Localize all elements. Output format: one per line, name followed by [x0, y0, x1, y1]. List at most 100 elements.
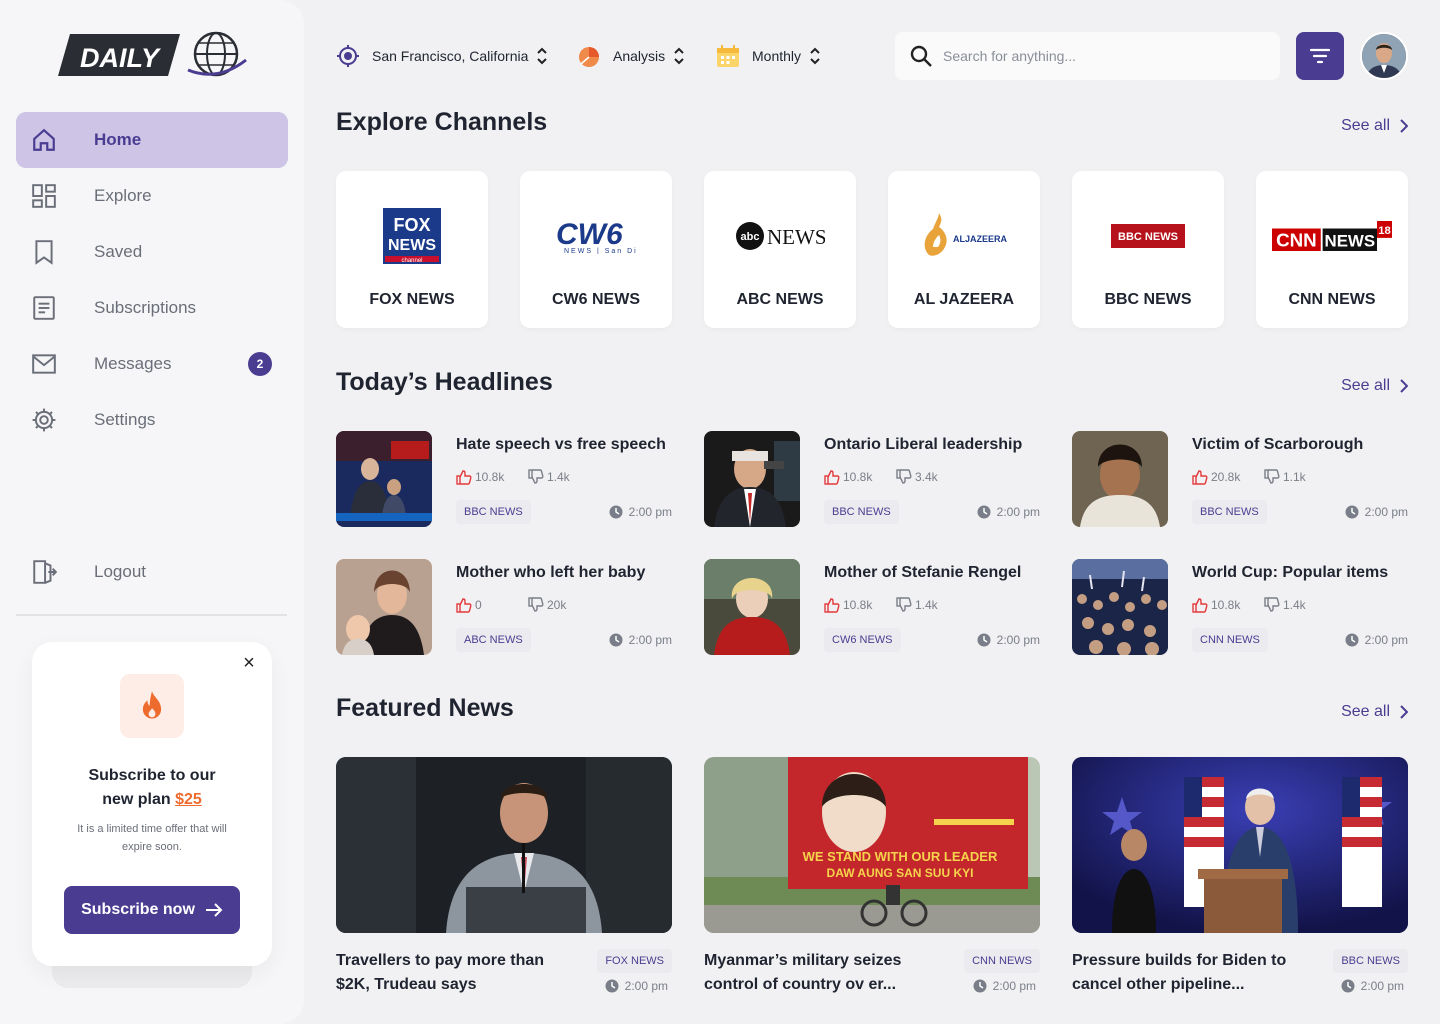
dislike-count[interactable]: 1.4k [1264, 597, 1336, 613]
dislike-count[interactable]: 1.4k [528, 469, 600, 485]
thumbs-up-icon [824, 598, 840, 613]
sidebar-item-messages[interactable]: Messages 2 [16, 336, 288, 392]
thumbs-down-icon [528, 597, 544, 612]
like-count[interactable]: 10.8k [824, 469, 896, 485]
thumbs-down-icon [896, 469, 912, 484]
reaction-stats: 0 20k [456, 597, 600, 613]
sidebar-item-label: Saved [94, 242, 143, 261]
channel-name: AL JAZEERA [913, 291, 1015, 308]
source-tag[interactable]: BBC NEWS [1192, 500, 1267, 524]
publish-time: 2:00 pm [609, 505, 672, 519]
chevron-updown-icon [536, 47, 548, 65]
close-icon[interactable]: × [240, 653, 258, 673]
headline-card[interactable]: World Cup: Popular items 10.8k 1.4k CNN NEW… [1072, 559, 1408, 655]
clock-icon [609, 633, 623, 647]
featured-see-all-link[interactable]: See all [1341, 703, 1408, 721]
source-tag[interactable]: BBC NEWS [456, 500, 531, 524]
sidebar-item-settings[interactable]: Settings [16, 392, 288, 448]
user-avatar[interactable] [1360, 32, 1408, 80]
like-count[interactable]: 10.8k [824, 597, 896, 613]
channel-card-fox[interactable]: FOX NEWS channel FOX NEWS [336, 171, 488, 328]
channel-card-aljazeera[interactable]: ALJAZEERA AL JAZEERA [888, 171, 1040, 328]
sidebar-item-subscriptions[interactable]: Subscriptions [16, 280, 288, 336]
svg-text:NEWS | San Diego: NEWS | San Diego [564, 248, 636, 254]
filter-button[interactable] [1296, 32, 1344, 80]
featured-title: Myanmar’s military seizes control of cou… [704, 952, 902, 993]
like-count[interactable]: 0 [456, 597, 528, 613]
headline-card[interactable]: Victim of Scarborough 20.8k 1.1k BBC NEWS 2:… [1072, 431, 1408, 527]
reaction-stats: 10.8k 3.4k [824, 469, 968, 485]
headline-thumbnail [704, 559, 800, 655]
thumbs-down-icon [1264, 597, 1280, 612]
featured-image-biden-podium [1072, 757, 1408, 933]
channel-name: ABC NEWS [736, 291, 824, 308]
channels-see-all-link[interactable]: See all [1341, 117, 1408, 135]
sidebar-item-saved[interactable]: Saved [16, 224, 288, 280]
source-tag[interactable]: BBC NEWS [1333, 949, 1408, 973]
channel-card-abc[interactable]: abc NEWS ABC NEWS [704, 171, 856, 328]
daily-logo[interactable]: DAILY [58, 30, 250, 82]
explore-channels-title: Explore Channels [336, 108, 548, 136]
source-tag[interactable]: CNN NEWS [964, 949, 1040, 973]
dislike-count[interactable]: 3.4k [896, 469, 968, 485]
headline-card[interactable]: Mother who left her baby 0 20k ABC NEWS 2:00… [336, 559, 672, 655]
dislike-count[interactable]: 20k [528, 597, 600, 613]
home-icon [30, 126, 58, 154]
search-input[interactable] [943, 48, 1263, 64]
headline-card[interactable]: Hate speech vs free speech 10.8k 1.4k BBC N… [336, 431, 672, 527]
headline-thumbnail [1072, 431, 1168, 527]
source-tag[interactable]: ABC NEWS [456, 628, 531, 652]
svg-text:NEWS: NEWS [1325, 231, 1376, 250]
channel-card-bbc[interactable]: BBC NEWS BBC NEWS [1072, 171, 1224, 328]
headlines-see-all-link[interactable]: See all [1341, 377, 1408, 395]
analysis-selector[interactable]: Analysis [577, 44, 685, 68]
location-selector[interactable]: San Francisco, California [336, 44, 548, 68]
svg-text:FOX: FOX [393, 215, 430, 235]
dislike-count[interactable]: 1.1k [1264, 469, 1336, 485]
sidebar: DAILY Home Explore Saved Subscriptions M… [0, 0, 304, 1024]
sidebar-item-explore[interactable]: Explore [16, 168, 288, 224]
featured-news-title: Featured News [336, 694, 514, 722]
source-tag[interactable]: CW6 NEWS [824, 628, 901, 652]
like-count[interactable]: 10.8k [456, 469, 528, 485]
subscribe-now-button[interactable]: Subscribe now [64, 886, 240, 934]
aljazeera-logo: ALJAZEERA [904, 201, 1024, 271]
logout-button[interactable]: Logout [16, 544, 288, 600]
sidebar-item-home[interactable]: Home [16, 112, 288, 168]
bbc-news-logo: BBC NEWS [1088, 201, 1208, 271]
featured-news-card[interactable]: Pressure builds for Biden to cancel othe… [1072, 757, 1408, 1007]
logout-label: Logout [94, 562, 146, 581]
publish-time: 2:00 pm [1345, 633, 1408, 647]
messages-count-badge: 2 [248, 352, 272, 376]
clock-icon [605, 979, 619, 993]
channel-card-cw6[interactable]: CW6NEWS | San Diego CW6 NEWS [520, 171, 672, 328]
thumbs-down-icon [528, 469, 544, 484]
location-label: San Francisco, California [372, 48, 529, 64]
clock-icon [609, 505, 623, 519]
svg-text:CW6: CW6 [556, 218, 623, 251]
source-tag[interactable]: CNN NEWS [1192, 628, 1268, 652]
channels-row: FOX NEWS channel FOX NEWS CW6NEWS | San Di… [336, 171, 1408, 328]
source-tag[interactable]: BBC NEWS [824, 500, 899, 524]
arrow-right-icon [205, 903, 223, 917]
top-bar: San Francisco, California Analysis Month… [336, 32, 1408, 80]
featured-news-card[interactable]: WE STAND WITH OUR LEADER DAW AUNG SAN SUU… [704, 757, 1040, 1007]
headline-title: World Cup: Popular items [1192, 564, 1389, 581]
document-icon [30, 294, 58, 322]
headline-card[interactable]: Mother of Stefanie Rengel 10.8k 1.4k CW6 NE… [704, 559, 1040, 655]
main-nav: Home Explore Saved Subscriptions Message… [16, 112, 288, 448]
featured-news-card[interactable]: Travellers to pay more than $2K, Trudeau… [336, 757, 672, 1007]
reaction-stats: 10.8k 1.4k [1192, 597, 1336, 613]
dislike-count[interactable]: 1.4k [896, 597, 968, 613]
channel-name: CNN NEWS [1288, 291, 1376, 308]
headline-card[interactable]: Ontario Liberal leadership 10.8k 3.4k BBC N… [704, 431, 1040, 527]
like-count[interactable]: 10.8k [1192, 597, 1264, 613]
source-tag[interactable]: FOX NEWS [597, 949, 672, 973]
featured-image-myanmar-banner: WE STAND WITH OUR LEADER DAW AUNG SAN SUU… [704, 757, 1040, 933]
fox-news-logo: FOX NEWS channel [352, 201, 472, 271]
period-selector[interactable]: Monthly [716, 44, 821, 68]
like-count[interactable]: 20.8k [1192, 469, 1264, 485]
channel-card-cnn[interactable]: CNN NEWS 18 CNN NEWS [1256, 171, 1408, 328]
logo-text: DAILY [80, 43, 162, 73]
headline-thumbnail [336, 559, 432, 655]
